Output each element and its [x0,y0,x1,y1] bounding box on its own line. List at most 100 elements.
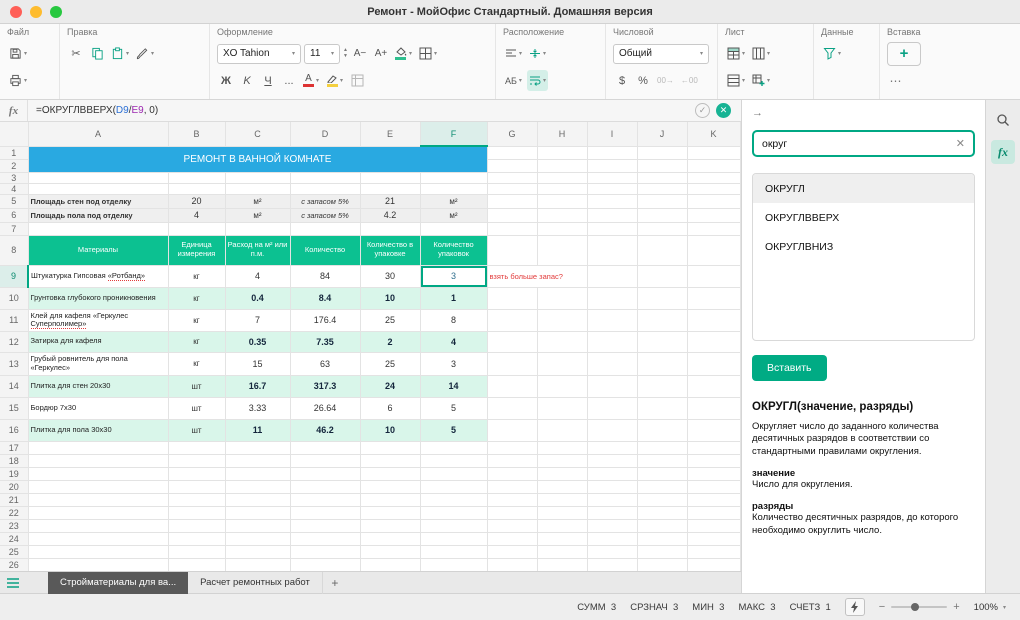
cell-G1[interactable] [487,146,538,160]
minimize-window-button[interactable] [30,5,42,18]
cell-C7[interactable] [225,222,291,236]
add-sheet-button[interactable]: + [323,576,347,590]
cell-E14[interactable]: 24 [360,375,421,398]
cell-F7[interactable] [420,222,488,236]
cell-J26[interactable] [637,558,688,571]
cell-K26[interactable] [687,558,741,571]
cell-C19[interactable] [225,467,291,481]
collapse-panel-button[interactable]: → [752,104,975,122]
column-header-C[interactable]: C [225,122,291,147]
cell-J22[interactable] [637,506,688,520]
cell-D7[interactable] [290,222,361,236]
cell-A20[interactable] [28,480,169,494]
cell-F9[interactable]: 3 [420,265,488,288]
cell-F26[interactable] [420,558,488,571]
cell-comment-G9[interactable]: взять больше запас? [487,265,588,288]
cell-A21[interactable] [28,493,169,507]
cell-D8[interactable]: Количество [290,235,361,266]
cell-E24[interactable] [360,532,421,546]
cell-C14[interactable]: 16.7 [225,375,291,398]
cell-F18[interactable] [420,454,488,468]
cell-C11[interactable]: 7 [225,309,291,332]
cell-I4[interactable] [587,183,638,195]
cell-C12[interactable]: 0.35 [225,331,291,353]
font-size-select[interactable]: 11 ▾ [304,43,340,64]
cell-B16[interactable]: шт [168,419,226,442]
clear-search-icon[interactable]: ✕ [950,137,965,150]
cell-F17[interactable] [420,441,488,455]
cut-button[interactable]: ✂ [67,43,85,64]
cell-G13[interactable] [487,352,538,376]
cell-K8[interactable] [687,235,741,266]
row-header-1[interactable]: 1 [0,146,29,160]
cell-E25[interactable] [360,545,421,559]
sheet-list-button[interactable] [0,572,26,594]
cell-K24[interactable] [687,532,741,546]
cell-D17[interactable] [290,441,361,455]
column-header-B[interactable]: B [168,122,226,147]
function-item-ОКРУГЛВНИЗ[interactable]: ОКРУГЛВНИЗ [753,232,974,261]
cell-D20[interactable] [290,480,361,494]
cell-I1[interactable] [587,146,638,160]
cell-I3[interactable] [587,172,638,184]
cell-B8[interactable]: Единица измерения [168,235,226,266]
row-header-8[interactable]: 8 [0,235,29,266]
cell-B19[interactable] [168,467,226,481]
cell-F22[interactable] [420,506,488,520]
row-header-20[interactable]: 20 [0,480,29,494]
cell-B24[interactable] [168,532,226,546]
cell-D21[interactable] [290,493,361,507]
cell-J7[interactable] [637,222,688,236]
cell-J23[interactable] [637,519,688,533]
cell-E26[interactable] [360,558,421,571]
cell-C15[interactable]: 3.33 [225,397,291,420]
cell-E23[interactable] [360,519,421,533]
cell-J1[interactable] [637,146,688,160]
cell-J8[interactable] [637,235,688,266]
cell-D15[interactable]: 26.64 [290,397,361,420]
cell-I21[interactable] [587,493,638,507]
cell-J17[interactable] [637,441,688,455]
cell-I16[interactable] [587,419,638,442]
insert-rows-button[interactable]: ▾ [725,70,747,91]
cell-J19[interactable] [637,467,688,481]
column-header-K[interactable]: K [687,122,741,147]
cell-B4[interactable] [168,183,226,195]
cell-H7[interactable] [537,222,588,236]
formula-input[interactable]: =ОКРУГЛВВЕРХ(D9/E9, 0) [28,105,695,116]
cell-E13[interactable]: 25 [360,352,421,376]
freeze-panes-button[interactable]: ▾ [725,43,747,64]
insert-table-button[interactable]: ▾ [750,70,772,91]
select-all-button[interactable] [0,122,29,147]
function-item-ОКРУГЛ[interactable]: ОКРУГЛ [753,174,974,203]
column-header-F[interactable]: F [420,122,488,147]
cell-I24[interactable] [587,532,638,546]
cell-G24[interactable] [487,532,538,546]
sheet-tab-1[interactable]: Расчет ремонтных работ [188,571,323,594]
cell-B11[interactable]: кг [168,309,226,332]
cell-K21[interactable] [687,493,741,507]
cell-G14[interactable] [487,375,538,398]
cell-K1[interactable] [687,146,741,160]
cell-K22[interactable] [687,506,741,520]
cell-style-button[interactable] [348,70,366,91]
cell-A19[interactable] [28,467,169,481]
row-header-17[interactable]: 17 [0,441,29,455]
cell-K7[interactable] [687,222,741,236]
cell-B18[interactable] [168,454,226,468]
cell-G18[interactable] [487,454,538,468]
cell-K4[interactable] [687,183,741,195]
cell-C18[interactable] [225,454,291,468]
cell-C5[interactable]: м² [225,194,291,209]
cell-F15[interactable]: 5 [420,397,488,420]
cell-I5[interactable] [587,194,638,209]
close-window-button[interactable] [10,5,22,18]
cell-K19[interactable] [687,467,741,481]
row-header-3[interactable]: 3 [0,172,29,184]
cell-B26[interactable] [168,558,226,571]
row-header-11[interactable]: 11 [0,309,29,332]
row-header-26[interactable]: 26 [0,558,29,571]
font-size-stepper[interactable]: ▲ ▼ [343,48,348,59]
more-insert-button[interactable]: ⋯ [887,70,905,91]
cell-F3[interactable] [420,172,488,184]
